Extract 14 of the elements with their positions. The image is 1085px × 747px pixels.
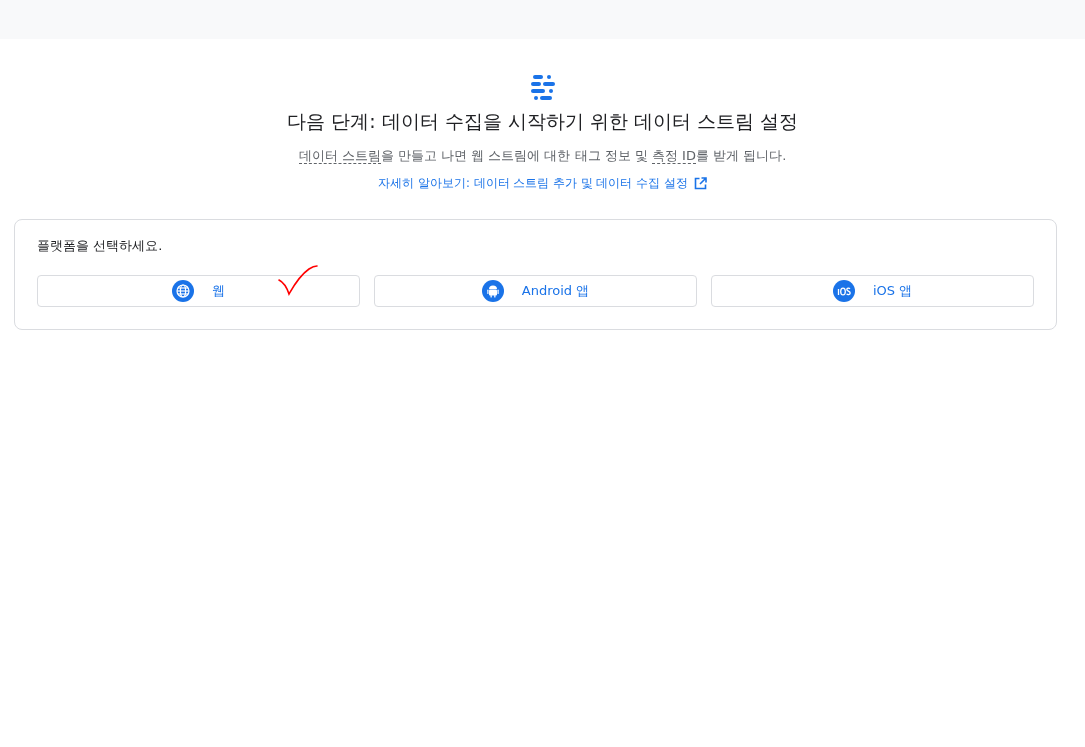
glossary-term[interactable]: 측정 ID <box>651 148 696 164</box>
android-icon <box>481 280 504 302</box>
data-stream-icon <box>528 73 557 101</box>
globe-icon <box>172 280 194 302</box>
page-title: 다음 단계: 데이터 수집을 시작하기 위한 데이터 스트림 설정 <box>287 109 798 134</box>
external-link-icon <box>693 177 707 190</box>
description-text: 데이터 스트림 을 만들고 나면 웹 스트림에 대한 태그 정보 및 측정 ID를 받게 됩니다. <box>298 147 787 165</box>
platform-button[interactable]: 웹 <box>37 275 360 307</box>
platform-button[interactable]: Android 앱 <box>374 275 697 307</box>
ios-icon <box>832 280 855 302</box>
platform-prompt: 플랫폼을 선택하세요. <box>37 237 164 255</box>
platform-button[interactable]: iOS 앱 <box>711 275 1034 307</box>
learn-more-link[interactable]: 자세히 알아보기: 데이터 스트림 추가 및 데이터 수집 설정 <box>378 176 707 191</box>
glossary-term[interactable]: 데이터 스트림 <box>298 148 381 164</box>
